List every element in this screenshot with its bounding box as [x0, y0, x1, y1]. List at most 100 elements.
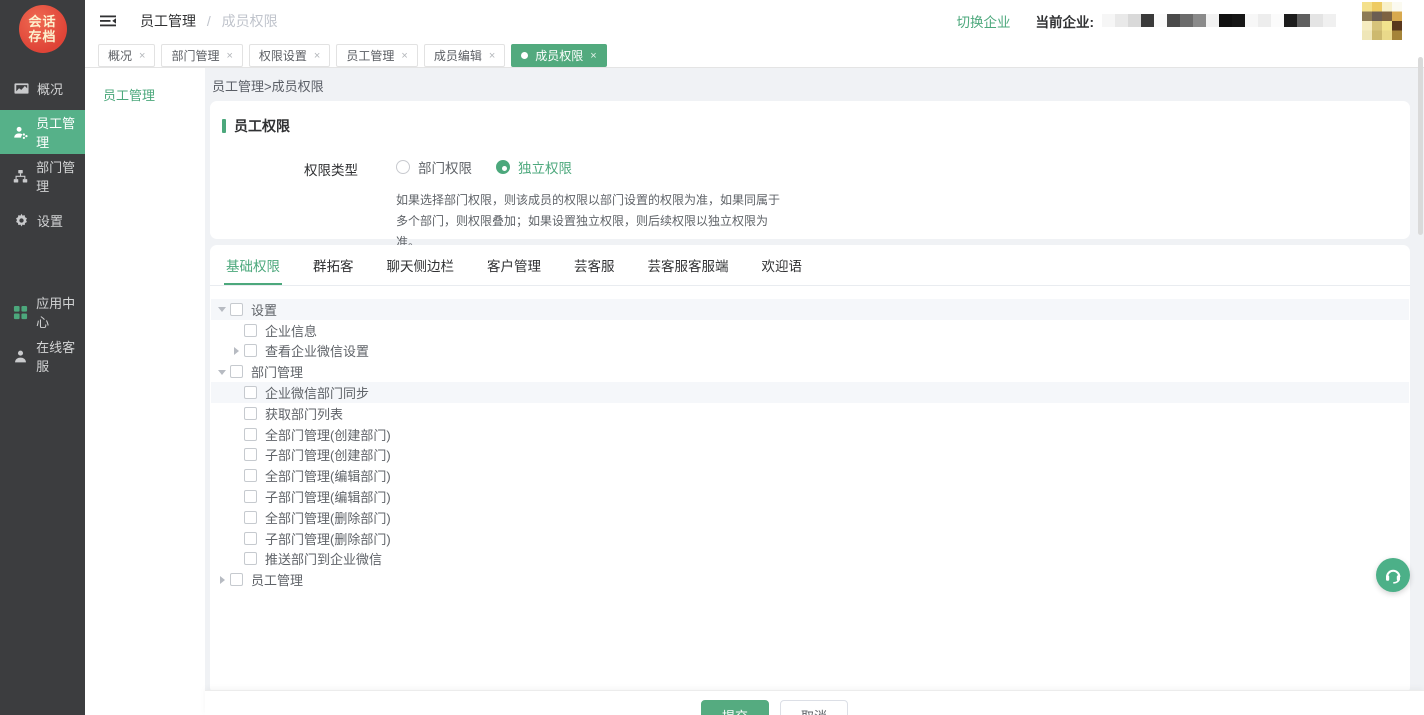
avatar[interactable]: [1362, 2, 1402, 40]
sidebar-item-grid[interactable]: 应用中心: [0, 290, 85, 334]
person-icon: [13, 348, 28, 364]
tree-row[interactable]: 部门管理: [211, 361, 1409, 382]
tree-checkbox[interactable]: [244, 490, 257, 503]
tree-row[interactable]: 子部门管理(创建部门): [211, 445, 1409, 466]
open-tab[interactable]: 概况 ×: [98, 44, 155, 67]
tree-checkbox[interactable]: [244, 448, 257, 461]
tree-row[interactable]: 企业微信部门同步: [211, 382, 1409, 403]
tree-checkbox[interactable]: [244, 532, 257, 545]
tree-row[interactable]: 推送部门到企业微信: [211, 549, 1409, 570]
sidebar-item-label: 应用中心: [36, 293, 85, 331]
tab-close-icon[interactable]: ×: [590, 50, 596, 62]
redacted-block: [1167, 14, 1180, 27]
tab-close-icon[interactable]: ×: [489, 50, 495, 62]
expand-spacer: [230, 531, 244, 545]
tree-checkbox[interactable]: [244, 407, 257, 420]
open-tab[interactable]: 权限设置×: [249, 44, 330, 67]
tab-close-icon[interactable]: ×: [401, 50, 407, 62]
sidebar-item-gear[interactable]: 设置: [0, 198, 85, 242]
expand-open-icon[interactable]: [216, 365, 230, 379]
expand-closed-icon[interactable]: [230, 344, 244, 358]
tab-close-icon[interactable]: ×: [226, 50, 232, 62]
logo-line2: 存档: [28, 29, 56, 44]
permission-tab[interactable]: 欢迎语: [760, 245, 805, 285]
tree-checkbox[interactable]: [230, 303, 243, 316]
sitemap-icon: [13, 168, 28, 184]
switch-company-link[interactable]: 切换企业: [957, 11, 1011, 31]
tree-row[interactable]: 企业信息: [211, 320, 1409, 341]
submit-button[interactable]: 提交: [701, 700, 769, 715]
sidebar-item-chart[interactable]: 概况: [0, 66, 85, 110]
tree-row[interactable]: 全部门管理(编辑部门): [211, 465, 1409, 486]
tab-close-icon[interactable]: ×: [139, 50, 145, 62]
tree-row[interactable]: 设置: [211, 299, 1409, 320]
tree-checkbox[interactable]: [244, 428, 257, 441]
sidebar-item-label: 设置: [37, 211, 63, 230]
tree-row[interactable]: 子部门管理(编辑部门): [211, 486, 1409, 507]
tree-row[interactable]: 员工管理: [211, 569, 1409, 590]
open-tab[interactable]: 员工管理×: [336, 44, 417, 67]
sidebar-item-users[interactable]: 员工管理: [0, 110, 85, 154]
collapse-menu-icon[interactable]: [99, 12, 117, 30]
expand-open-icon[interactable]: [216, 302, 230, 316]
breadcrumb-parent[interactable]: 员工管理: [140, 13, 196, 29]
permission-tab[interactable]: 芸客服客服端: [646, 245, 731, 285]
expand-spacer: [230, 552, 244, 566]
tree-checkbox[interactable]: [244, 324, 257, 337]
tree-checkbox[interactable]: [244, 511, 257, 524]
tree-checkbox[interactable]: [244, 469, 257, 482]
footer-action-bar: 提交 取消: [205, 690, 1424, 715]
session-archive-logo: 会话 存档: [19, 5, 67, 53]
permission-tabs: 基础权限群拓客聊天侧边栏客户管理芸客服芸客服客服端欢迎语: [210, 245, 1410, 286]
tab-close-icon[interactable]: ×: [314, 50, 320, 62]
expand-closed-icon[interactable]: [216, 573, 230, 587]
tree-row[interactable]: 查看企业微信设置: [211, 341, 1409, 362]
sidebar-item-person[interactable]: 在线客服: [0, 334, 85, 378]
tree-checkbox[interactable]: [230, 573, 243, 586]
tree-node-label: 子部门管理(创建部门): [265, 445, 391, 464]
expand-spacer: [230, 448, 244, 462]
redacted-block: [1232, 14, 1245, 27]
redacted-block: [1258, 14, 1271, 27]
redacted-block: [1271, 14, 1284, 27]
active-tab-dot: [521, 52, 528, 59]
permission-tab[interactable]: 芸客服: [572, 245, 617, 285]
tab-label: 概况: [108, 47, 132, 64]
tree-checkbox[interactable]: [244, 344, 257, 357]
expand-spacer: [230, 406, 244, 420]
sidebar-item-label: 员工管理: [36, 113, 85, 151]
tree-row[interactable]: 子部门管理(删除部门): [211, 528, 1409, 549]
expand-spacer: [230, 490, 244, 504]
panel-title-row: 员工权限: [210, 101, 1410, 136]
sidebar-item-label: 概况: [37, 79, 63, 98]
permission-tab[interactable]: 客户管理: [485, 245, 543, 285]
sidebar-item-sitemap[interactable]: 部门管理: [0, 154, 85, 198]
tree-checkbox[interactable]: [230, 365, 243, 378]
open-tab[interactable]: 成员编辑×: [424, 44, 505, 67]
tree-node-label: 企业微信部门同步: [265, 383, 369, 402]
radio-label: 部门权限: [418, 157, 472, 177]
tab-label: 部门管理: [171, 47, 219, 64]
permission-tab[interactable]: 基础权限: [224, 245, 282, 285]
open-tab[interactable]: 成员权限×: [511, 44, 606, 67]
cancel-button[interactable]: 取消: [780, 700, 848, 715]
tree-checkbox[interactable]: [244, 386, 257, 399]
tree-row[interactable]: 全部门管理(创建部门): [211, 424, 1409, 445]
radio-circle-icon: [496, 160, 510, 174]
tree-node-label: 子部门管理(删除部门): [265, 529, 391, 548]
expand-spacer: [230, 427, 244, 441]
vertical-scrollbar[interactable]: [1418, 57, 1423, 235]
permission-tab[interactable]: 聊天侧边栏: [385, 245, 457, 285]
tree-row[interactable]: 获取部门列表: [211, 403, 1409, 424]
submenu-item[interactable]: 员工管理: [85, 68, 205, 104]
tree-node-label: 查看企业微信设置: [265, 341, 369, 360]
permission-type-radio[interactable]: 部门权限: [396, 157, 472, 177]
tree-checkbox[interactable]: [244, 552, 257, 565]
permission-type-radio[interactable]: 独立权限: [496, 157, 572, 177]
tree-row[interactable]: 全部门管理(删除部门): [211, 507, 1409, 528]
tree-node-label: 推送部门到企业微信: [265, 549, 382, 568]
permission-tab[interactable]: 群拓客: [311, 245, 356, 285]
customer-service-button[interactable]: [1376, 558, 1410, 592]
open-tab[interactable]: 部门管理 ×: [161, 44, 242, 67]
expand-spacer: [230, 510, 244, 524]
